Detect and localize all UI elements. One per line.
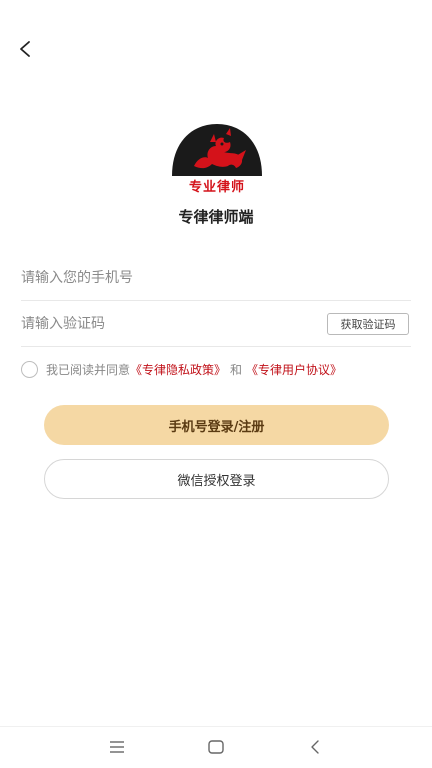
home-square-icon xyxy=(208,740,224,754)
nav-menu-button[interactable] xyxy=(105,737,129,757)
agreement-conjunction: 和 xyxy=(230,363,243,377)
app-logo: 专业律师 xyxy=(170,122,264,198)
app-title: 专律律师端 xyxy=(178,208,254,226)
logo-text: 专业律师 xyxy=(188,180,245,195)
menu-icon xyxy=(110,741,124,753)
system-nav-bar xyxy=(0,726,432,768)
nav-home-button[interactable] xyxy=(204,737,228,757)
phone-login-button[interactable]: 手机号登录/注册 xyxy=(44,405,389,445)
wechat-login-button[interactable]: 微信授权登录 xyxy=(44,459,389,499)
chevron-left-icon xyxy=(20,41,30,57)
phone-input[interactable] xyxy=(21,270,301,286)
phone-field xyxy=(21,256,411,301)
verification-code-input[interactable] xyxy=(21,316,301,332)
code-field: 获取验证码 xyxy=(21,302,411,347)
back-button[interactable] xyxy=(12,36,38,62)
agreement-prefix: 我已阅读并同意 xyxy=(46,363,131,377)
agreement-row: 我已阅读并同意 《专律隐私政策》 和 《专律用户协议》 xyxy=(21,361,342,378)
user-agreement-link[interactable]: 《专律用户协议》 xyxy=(246,361,342,378)
agreement-checkbox[interactable] xyxy=(21,361,38,378)
dragon-logo-icon xyxy=(172,124,262,176)
back-chevron-icon xyxy=(311,740,319,754)
privacy-policy-link[interactable]: 《专律隐私政策》 xyxy=(130,361,226,378)
nav-back-button[interactable] xyxy=(303,737,327,757)
get-code-button[interactable]: 获取验证码 xyxy=(327,313,409,335)
